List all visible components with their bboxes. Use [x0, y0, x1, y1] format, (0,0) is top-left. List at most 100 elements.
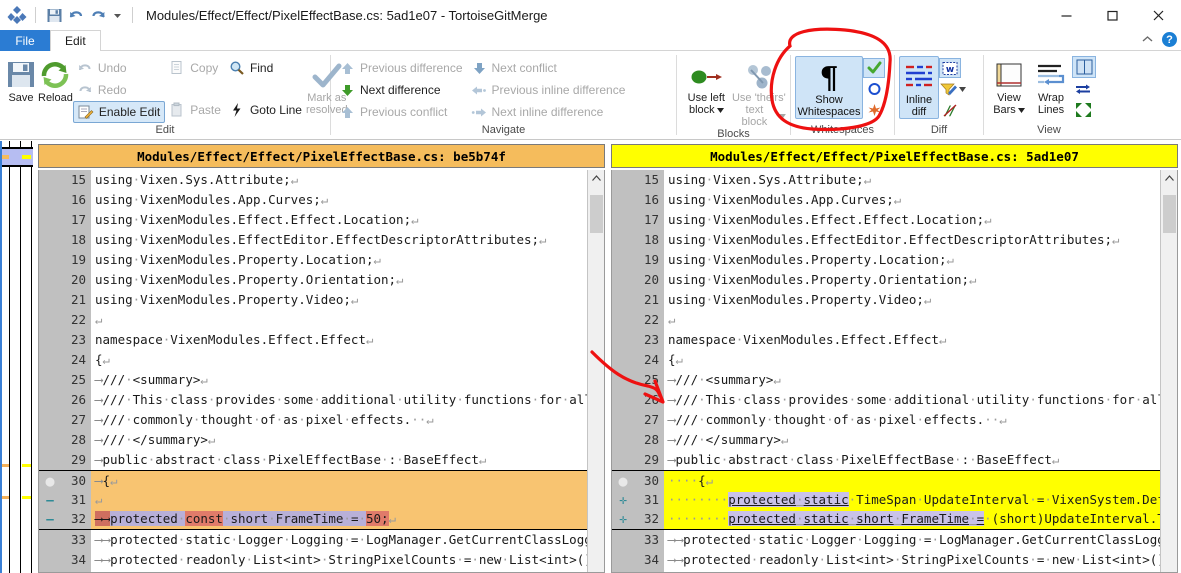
line-change-marker[interactable]: [612, 290, 634, 310]
line-text[interactable]: {↵: [91, 350, 587, 370]
line-text[interactable]: ⟶⟶protected·static·Logger·Logging·=·LogM…: [664, 530, 1160, 550]
code-line[interactable]: 21 using·VixenModules.Property.Video;↵: [612, 290, 1160, 310]
line-change-marker[interactable]: [39, 530, 61, 550]
line-text[interactable]: ⟶⟶protected·static·Logger·Logging·=·LogM…: [91, 530, 587, 550]
line-change-marker[interactable]: ●: [612, 471, 634, 491]
code-line[interactable]: ● 30 ····{↵: [612, 470, 1160, 491]
goto-line-button[interactable]: Goto Line: [225, 99, 306, 121]
view-bars-button[interactable]: View Bars: [988, 54, 1030, 116]
code-line[interactable]: 22 ↵: [39, 310, 587, 330]
line-change-marker[interactable]: [39, 250, 61, 270]
code-line[interactable]: 35⟶⟶protected·List<ElementLocation>·Elem…: [39, 570, 587, 572]
right-vertical-scrollbar[interactable]: [1160, 170, 1177, 572]
code-line[interactable]: 23 namespace·VixenModules.Effect.Effect↵: [39, 330, 587, 350]
line-change-marker[interactable]: [39, 370, 61, 390]
show-whitespaces-toggle[interactable]: ¶ Show Whitespaces: [795, 56, 863, 119]
line-text[interactable]: ↵: [664, 310, 1160, 330]
ignore-eol-icon[interactable]: //: [939, 100, 961, 120]
line-change-marker[interactable]: –: [39, 509, 61, 529]
line-text[interactable]: namespace·VixenModules.Effect.Effect↵: [664, 330, 1160, 350]
line-change-marker[interactable]: –: [39, 490, 61, 510]
code-line[interactable]: 22 ↵: [612, 310, 1160, 330]
code-line[interactable]: 28 ⟶///·</summary>↵: [612, 430, 1160, 450]
chevron-up-icon[interactable]: [1141, 34, 1154, 45]
code-line[interactable]: 24 {↵: [612, 350, 1160, 370]
code-line[interactable]: 25 ⟶///·<summary>↵: [612, 370, 1160, 390]
line-text[interactable]: ↵: [91, 310, 587, 330]
undo-button[interactable]: Undo: [73, 57, 165, 79]
line-change-marker[interactable]: [612, 170, 634, 190]
line-text[interactable]: ⟶⟶protected·readonly·List<int>·StringPix…: [91, 550, 587, 570]
line-change-marker[interactable]: [612, 370, 634, 390]
line-change-marker[interactable]: [612, 330, 634, 350]
redo-icon[interactable]: [87, 4, 109, 26]
paste-button[interactable]: Paste: [165, 99, 225, 121]
right-scroll-thumb[interactable]: [1163, 195, 1176, 233]
code-line[interactable]: 33 ⟶⟶protected·static·Logger·Logging·=·Lo…: [612, 530, 1160, 550]
line-change-marker[interactable]: [39, 550, 61, 570]
code-line[interactable]: 27 ⟶///·commonly·thought·of·as·pixel·effe…: [612, 410, 1160, 430]
line-change-marker[interactable]: [612, 550, 634, 570]
line-change-marker[interactable]: [39, 350, 61, 370]
code-line[interactable]: 25 ⟶///·<summary>↵: [39, 370, 587, 390]
line-change-marker[interactable]: [39, 270, 61, 290]
line-text[interactable]: using·Vixen.Sys.Attribute;↵: [91, 170, 587, 190]
line-change-marker[interactable]: [612, 410, 634, 430]
line-text[interactable]: ⟶public·abstract·class·PixelEffectBase·:…: [664, 450, 1160, 470]
line-change-marker[interactable]: ●: [39, 471, 61, 491]
switch-views-icon[interactable]: [1072, 79, 1094, 99]
save-button[interactable]: Save: [4, 54, 38, 104]
code-line[interactable]: 33 ⟶⟶protected·static·Logger·Logging·=·Lo…: [39, 530, 587, 550]
line-change-marker[interactable]: [39, 450, 61, 470]
line-text[interactable]: ⟶///·This·class·provides·some·additional…: [664, 390, 1160, 410]
code-line[interactable]: 15 using·Vixen.Sys.Attribute;↵: [39, 170, 587, 190]
ignore-all-whitespaces-icon[interactable]: [863, 79, 885, 99]
line-text[interactable]: ⟶///·This·class·provides·some·additional…: [91, 390, 587, 410]
wrap-lines-button[interactable]: Wrap Lines: [1030, 54, 1072, 116]
line-text[interactable]: ⟶///·<summary>↵: [664, 370, 1160, 390]
code-line[interactable]: 16 using·VixenModules.App.Curves;↵: [612, 190, 1160, 210]
chevron-down-icon[interactable]: [716, 107, 724, 113]
code-line[interactable]: 35⟶⟶protected·List<ElementLocation>·Elem…: [612, 570, 1160, 572]
line-text[interactable]: {↵: [664, 350, 1160, 370]
code-line[interactable]: 20 using·VixenModules.Property.Orientatio…: [39, 270, 587, 290]
line-text[interactable]: using·VixenModules.EffectEditor.EffectDe…: [664, 230, 1160, 250]
line-text[interactable]: using·VixenModules.EffectEditor.EffectDe…: [91, 230, 587, 250]
line-text[interactable]: ········protected·static·short·FrameTime…: [664, 509, 1160, 529]
line-text[interactable]: using·VixenModules.Effect.Effect.Locatio…: [664, 210, 1160, 230]
line-change-marker[interactable]: [39, 170, 61, 190]
code-line[interactable]: 34 ⟶⟶protected·readonly·List<int>·StringP…: [39, 550, 587, 570]
line-change-marker[interactable]: [612, 250, 634, 270]
code-line[interactable]: 18 using·VixenModules.EffectEditor.Effect…: [39, 230, 587, 250]
next-conflict-button[interactable]: Next conflict: [467, 57, 630, 79]
code-line[interactable]: 16 using·VixenModules.App.Curves;↵: [39, 190, 587, 210]
code-line[interactable]: 19 using·VixenModules.Property.Location;↵: [612, 250, 1160, 270]
line-text[interactable]: using·VixenModules.Property.Video;↵: [91, 290, 587, 310]
line-text[interactable]: using·VixenModules.App.Curves;↵: [91, 190, 587, 210]
line-change-marker[interactable]: [39, 570, 61, 572]
diff-filter-icon[interactable]: [939, 79, 967, 99]
line-change-marker[interactable]: [39, 190, 61, 210]
previous-inline-difference-button[interactable]: Previous inline difference: [467, 79, 630, 101]
line-text[interactable]: ⟶⟶protected·const·short·FrameTime·=·50;↵: [91, 509, 587, 529]
line-text[interactable]: ⟶⟶protected·List<ElementLocation>·Elemen…: [91, 570, 587, 572]
line-text[interactable]: using·VixenModules.Effect.Effect.Locatio…: [91, 210, 587, 230]
line-text[interactable]: namespace·VixenModules.Effect.Effect↵: [91, 330, 587, 350]
enable-edit-button[interactable]: Enable Edit: [72, 101, 166, 123]
next-difference-button[interactable]: Next difference: [335, 79, 467, 101]
line-change-marker[interactable]: [612, 190, 634, 210]
use-left-block-button[interactable]: Use left block: [681, 54, 732, 116]
line-text[interactable]: ↵: [91, 490, 587, 510]
line-change-marker[interactable]: [612, 210, 634, 230]
line-change-marker[interactable]: [612, 450, 634, 470]
previous-conflict-button[interactable]: Previous conflict: [335, 101, 467, 123]
line-change-marker[interactable]: ✛: [612, 509, 634, 529]
line-change-marker[interactable]: [39, 310, 61, 330]
code-line[interactable]: 28 ⟶///·</summary>↵: [39, 430, 587, 450]
code-line[interactable]: –32 ⟶⟶protected·const·short·FrameTime·=·5…: [39, 509, 587, 530]
line-text[interactable]: ⟶⟶protected·List<ElementLocation>·Elemen…: [664, 570, 1160, 572]
code-line[interactable]: 29 ⟶public·abstract·class·PixelEffectBase…: [39, 450, 587, 470]
left-vertical-scrollbar[interactable]: [587, 170, 604, 572]
line-text[interactable]: using·VixenModules.Property.Video;↵: [664, 290, 1160, 310]
code-line[interactable]: –31 ↵: [39, 490, 587, 510]
